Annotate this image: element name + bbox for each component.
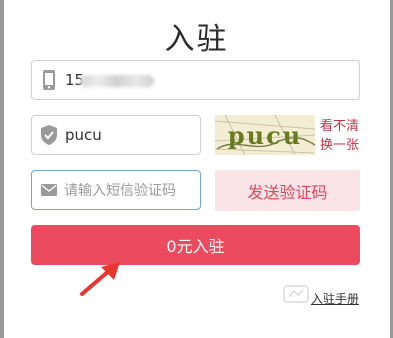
captcha-refresh-line1: 看不清: [320, 119, 360, 134]
captcha-image-text: pucu: [228, 121, 302, 150]
annotation-arrow-icon: [80, 262, 120, 296]
shield-icon: [40, 124, 58, 146]
register-guide-link[interactable]: 入驻手册: [311, 290, 359, 307]
sms-code-input[interactable]: [62, 179, 198, 203]
watermark-icon: [283, 285, 309, 303]
phone-field[interactable]: 15: [31, 60, 360, 100]
send-sms-code-button[interactable]: 发送验证码: [215, 170, 360, 211]
captcha-value: pucu: [65, 126, 102, 144]
captcha-image[interactable]: pucu: [215, 115, 315, 155]
sms-code-field[interactable]: [31, 170, 201, 210]
dialog-title: 入驻: [164, 22, 229, 57]
captcha-refresh-link[interactable]: 看不清 换一张: [320, 117, 364, 155]
captcha-refresh-line2: 换一张: [320, 138, 360, 153]
mobile-phone-icon: [40, 69, 58, 91]
phone-redaction: [80, 75, 154, 87]
envelope-icon: [40, 179, 58, 201]
captcha-field[interactable]: pucu: [31, 115, 201, 155]
